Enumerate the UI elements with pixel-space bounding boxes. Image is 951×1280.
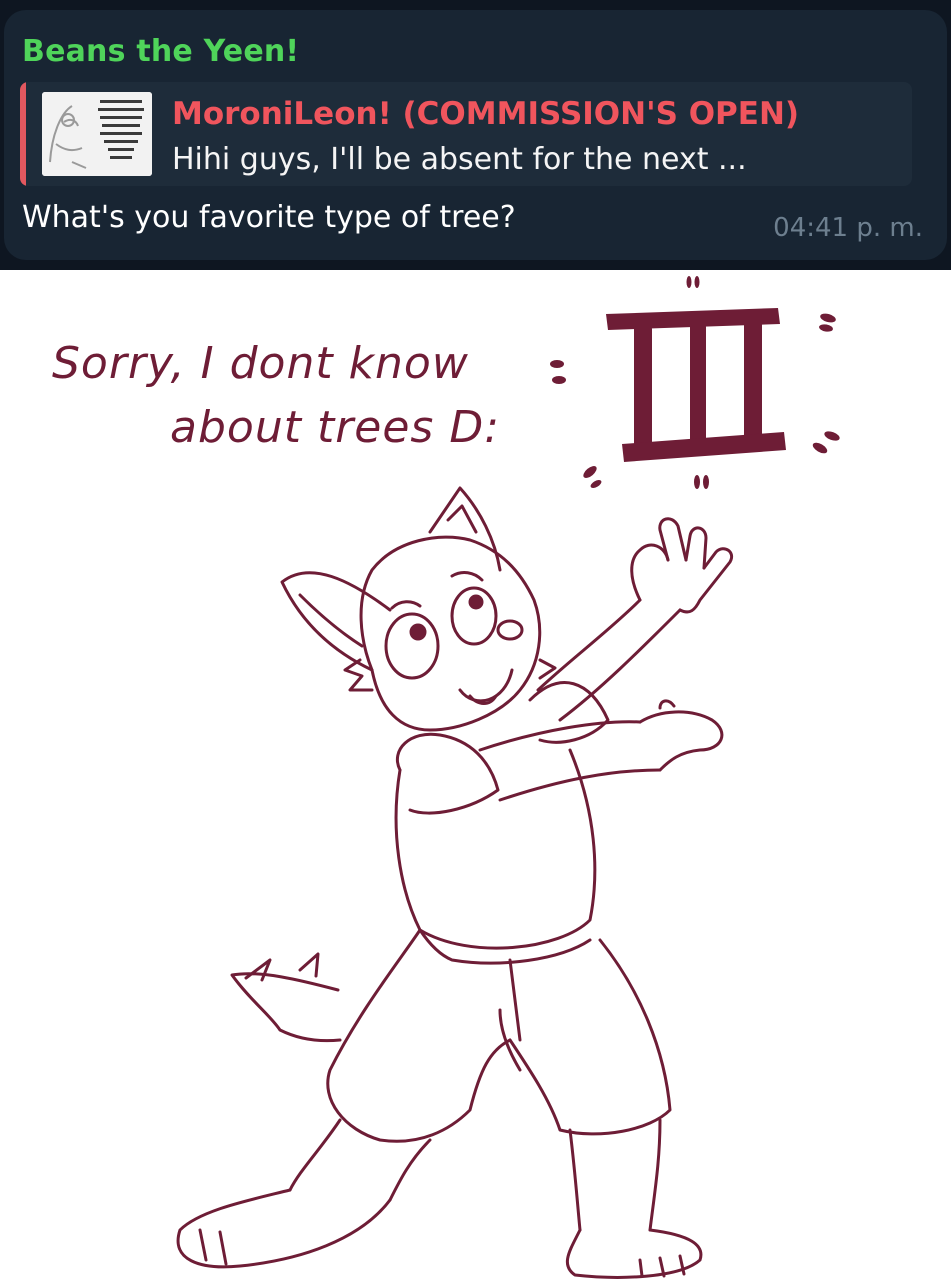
- furry-character: [176, 486, 733, 1279]
- reply-thumbnail-sketch-icon: [42, 92, 152, 176]
- symbol-colon-marks: [550, 360, 566, 384]
- caption-line-1: Sorry, I dont know: [52, 338, 469, 389]
- reply-preview-text: Hihi guys, I'll be absent for the next .…: [172, 142, 747, 177]
- message-text: What's you favorite type of tree?: [22, 200, 516, 235]
- sender-name[interactable]: Beans the Yeen!: [22, 34, 299, 69]
- reply-author: MoroniLeon! (COMMISSION'S OPEN): [172, 96, 800, 132]
- reply-quote[interactable]: MoroniLeon! (COMMISSION'S OPEN) Hihi guy…: [20, 82, 912, 186]
- chat-area: Beans the Yeen! MoroniLeon! (COMMISSION'…: [0, 0, 951, 270]
- tree-symbol-icon: [606, 308, 786, 462]
- reply-thumbnail: [42, 92, 152, 176]
- message-timestamp: 04:41 p. m.: [773, 213, 923, 243]
- reply-accent-bar: [20, 82, 26, 186]
- caption-line-2: about trees D:: [170, 402, 500, 453]
- emphasis-marks: [583, 276, 840, 489]
- character-drawing: Sorry, I dont know about trees D:: [52, 276, 840, 1279]
- drawing-panel: Sorry, I dont know about trees D:: [0, 270, 951, 1280]
